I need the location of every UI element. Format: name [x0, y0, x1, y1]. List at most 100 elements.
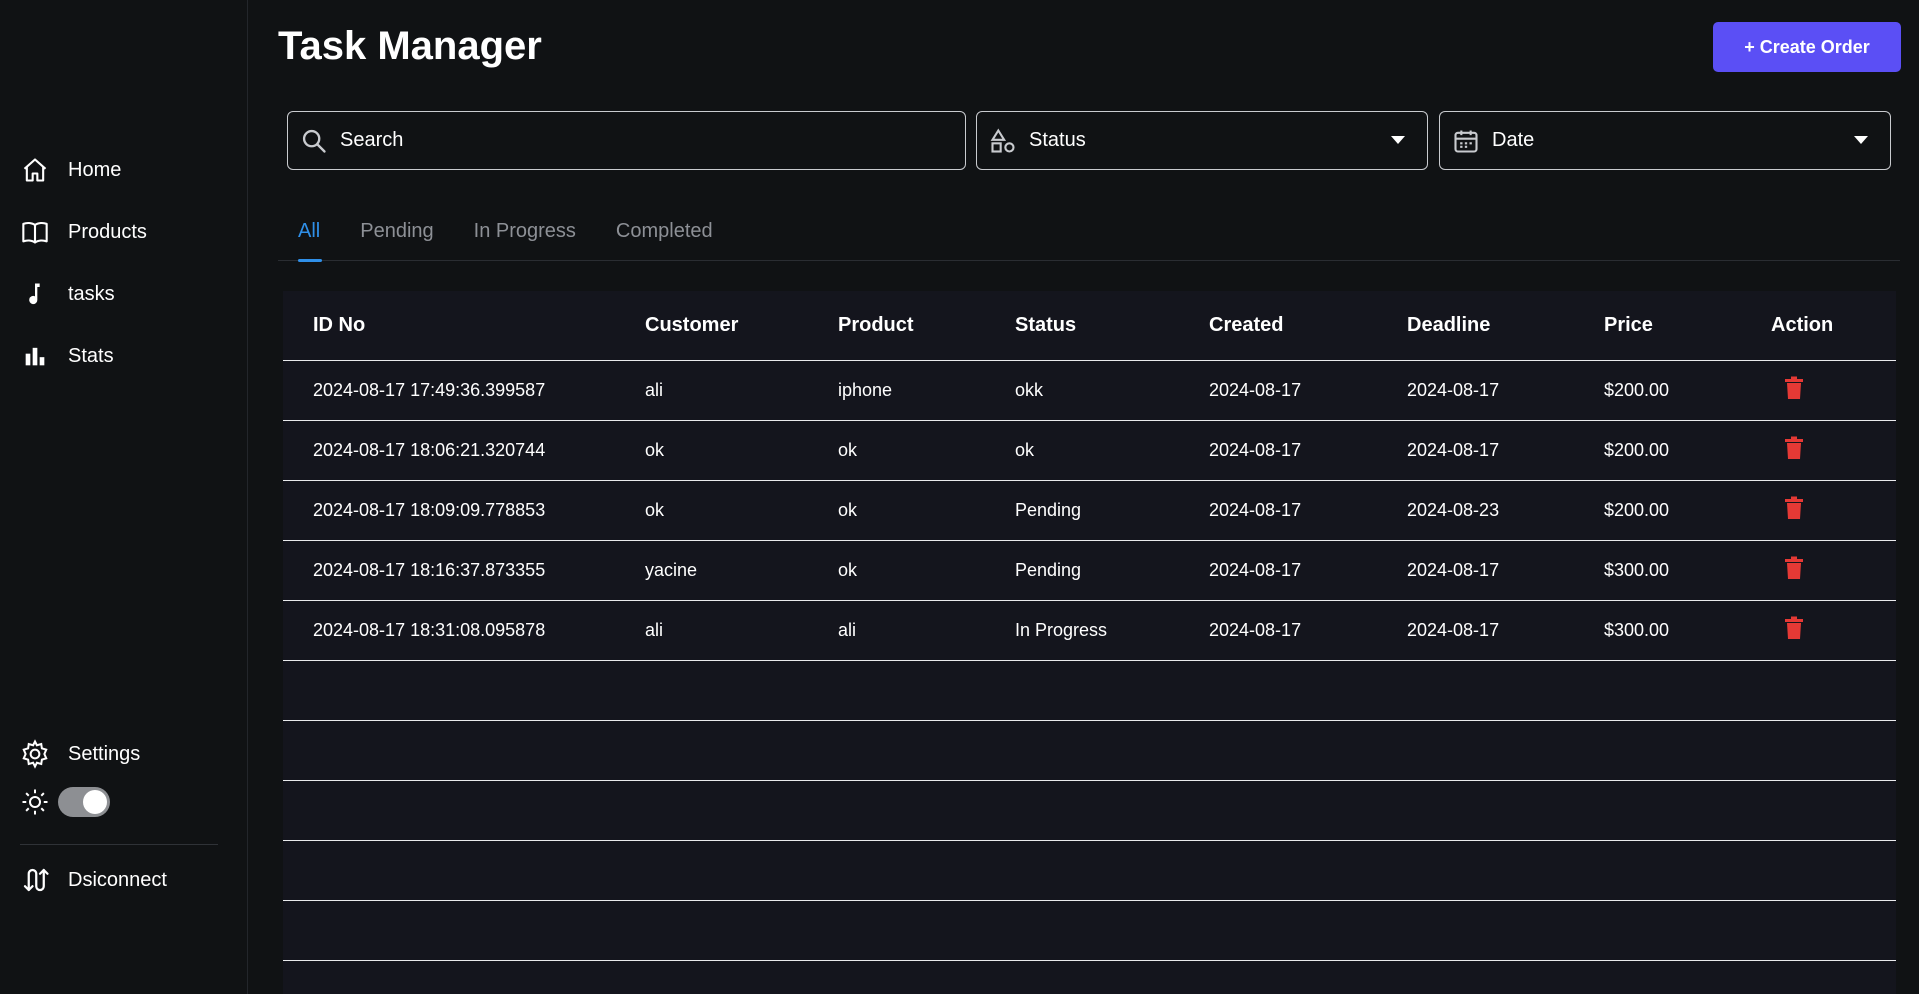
- trash-icon[interactable]: [1783, 436, 1807, 460]
- cell-price: $300.00: [1574, 540, 1741, 601]
- toggle-knob: [83, 790, 107, 814]
- sidebar-bottom: Settings Dsiconnect: [0, 728, 248, 915]
- table-header-row: ID No Customer Product Status Created De…: [283, 291, 1896, 361]
- trash-icon[interactable]: [1783, 496, 1807, 520]
- cell-action: [1741, 360, 1896, 421]
- cell-created: 2024-08-17: [1179, 540, 1377, 601]
- status-select[interactable]: Status: [976, 111, 1428, 170]
- column-header-action: Action: [1741, 291, 1896, 361]
- column-header-price[interactable]: Price: [1574, 291, 1741, 361]
- cell-deadline: 2024-08-17: [1377, 600, 1574, 661]
- disconnect-label: Dsiconnect: [68, 868, 167, 891]
- empty-row: [283, 720, 1896, 781]
- cell-id: 2024-08-17 18:31:08.095878: [283, 600, 615, 661]
- cell-product: ok: [808, 540, 985, 601]
- trash-icon[interactable]: [1783, 556, 1807, 580]
- sidebar-item-settings[interactable]: Settings: [0, 728, 248, 780]
- cell-customer: ali: [615, 600, 808, 661]
- column-header-deadline[interactable]: Deadline: [1377, 291, 1574, 361]
- table-row[interactable]: 2024-08-17 18:06:21.320744 ok ok ok 2024…: [283, 420, 1896, 481]
- cell-created: 2024-08-17: [1179, 480, 1377, 541]
- cell-product: ok: [808, 420, 985, 481]
- cell-status: ok: [985, 420, 1179, 481]
- chevron-down-icon: [1854, 136, 1868, 144]
- status-tabs: All Pending In Progress Completed: [278, 210, 1900, 262]
- cell-deadline: 2024-08-17: [1377, 540, 1574, 601]
- sidebar-item-label: tasks: [68, 282, 115, 305]
- sidebar-item-products[interactable]: Products: [0, 201, 248, 263]
- column-header-id[interactable]: ID No: [283, 291, 615, 361]
- settings-label: Settings: [68, 742, 141, 765]
- cell-action: [1741, 420, 1896, 481]
- theme-toggle[interactable]: [58, 787, 110, 817]
- chevron-down-icon: [1391, 136, 1405, 144]
- sun-icon: [20, 787, 50, 817]
- cell-created: 2024-08-17: [1179, 360, 1377, 421]
- search-input[interactable]: [340, 129, 900, 152]
- column-header-created[interactable]: Created: [1179, 291, 1377, 361]
- sidebar-item-stats[interactable]: Stats: [0, 325, 248, 387]
- table-row[interactable]: 2024-08-17 18:09:09.778853 ok ok Pending…: [283, 480, 1896, 541]
- cell-created: 2024-08-17: [1179, 420, 1377, 481]
- sidebar-item-label: Home: [68, 158, 122, 181]
- music-note-icon: [20, 279, 50, 309]
- empty-row: [283, 660, 1896, 721]
- bar-chart-icon: [20, 341, 50, 371]
- table-row[interactable]: 2024-08-17 17:49:36.399587 ali iphone ok…: [283, 360, 1896, 421]
- tab-all[interactable]: All: [278, 210, 340, 262]
- empty-cell: [283, 660, 1896, 721]
- app-root: Home Products tasks Stats Settings Dsico…: [0, 0, 1919, 994]
- cell-customer: ok: [615, 480, 808, 541]
- cell-action: [1741, 600, 1896, 661]
- cell-price: $300.00: [1574, 600, 1741, 661]
- calendar-icon: [1452, 127, 1480, 155]
- tab-completed[interactable]: Completed: [596, 210, 733, 261]
- cell-status: Pending: [985, 540, 1179, 601]
- cell-id: 2024-08-17 17:49:36.399587: [283, 360, 615, 421]
- cell-customer: ali: [615, 360, 808, 421]
- cell-action: [1741, 480, 1896, 541]
- theme-row: [0, 780, 248, 824]
- empty-row: [283, 900, 1896, 961]
- swap-icon: [20, 865, 50, 895]
- create-order-button[interactable]: + Create Order: [1713, 22, 1901, 72]
- table-row[interactable]: 2024-08-17 18:16:37.873355 yacine ok Pen…: [283, 540, 1896, 601]
- empty-row: [283, 840, 1896, 901]
- sidebar: Home Products tasks Stats Settings Dsico…: [0, 0, 248, 994]
- cell-created: 2024-08-17: [1179, 600, 1377, 661]
- date-select[interactable]: Date: [1439, 111, 1891, 170]
- orders-table: ID No Customer Product Status Created De…: [283, 291, 1896, 961]
- status-select-label: Status: [1029, 129, 1086, 151]
- empty-cell: [283, 720, 1896, 781]
- column-header-status[interactable]: Status: [985, 291, 1179, 361]
- cell-status: Pending: [985, 480, 1179, 541]
- cell-product: iphone: [808, 360, 985, 421]
- tab-pending[interactable]: Pending: [340, 210, 453, 261]
- page-title: Task Manager: [278, 24, 542, 68]
- search-box[interactable]: [287, 111, 966, 170]
- empty-cell: [283, 780, 1896, 841]
- cell-price: $200.00: [1574, 480, 1741, 541]
- home-icon: [20, 155, 50, 185]
- shapes-icon: [989, 127, 1017, 155]
- table-row[interactable]: 2024-08-17 18:31:08.095878 ali ali In Pr…: [283, 600, 1896, 661]
- cell-customer: ok: [615, 420, 808, 481]
- sidebar-item-disconnect[interactable]: Dsiconnect: [0, 845, 248, 915]
- gear-icon: [20, 739, 50, 769]
- search-icon: [300, 127, 328, 155]
- sidebar-item-label: Stats: [68, 344, 114, 367]
- trash-icon[interactable]: [1783, 616, 1807, 640]
- cell-id: 2024-08-17 18:16:37.873355: [283, 540, 615, 601]
- sidebar-item-tasks[interactable]: tasks: [0, 263, 248, 325]
- column-header-product[interactable]: Product: [808, 291, 985, 361]
- cell-id: 2024-08-17 18:06:21.320744: [283, 420, 615, 481]
- cell-status: okk: [985, 360, 1179, 421]
- column-header-customer[interactable]: Customer: [615, 291, 808, 361]
- tab-in-progress[interactable]: In Progress: [454, 210, 596, 261]
- date-select-label: Date: [1492, 129, 1535, 151]
- cell-customer: yacine: [615, 540, 808, 601]
- sidebar-item-home[interactable]: Home: [0, 139, 248, 201]
- trash-icon[interactable]: [1783, 376, 1807, 400]
- cell-deadline: 2024-08-23: [1377, 480, 1574, 541]
- book-icon: [20, 217, 50, 247]
